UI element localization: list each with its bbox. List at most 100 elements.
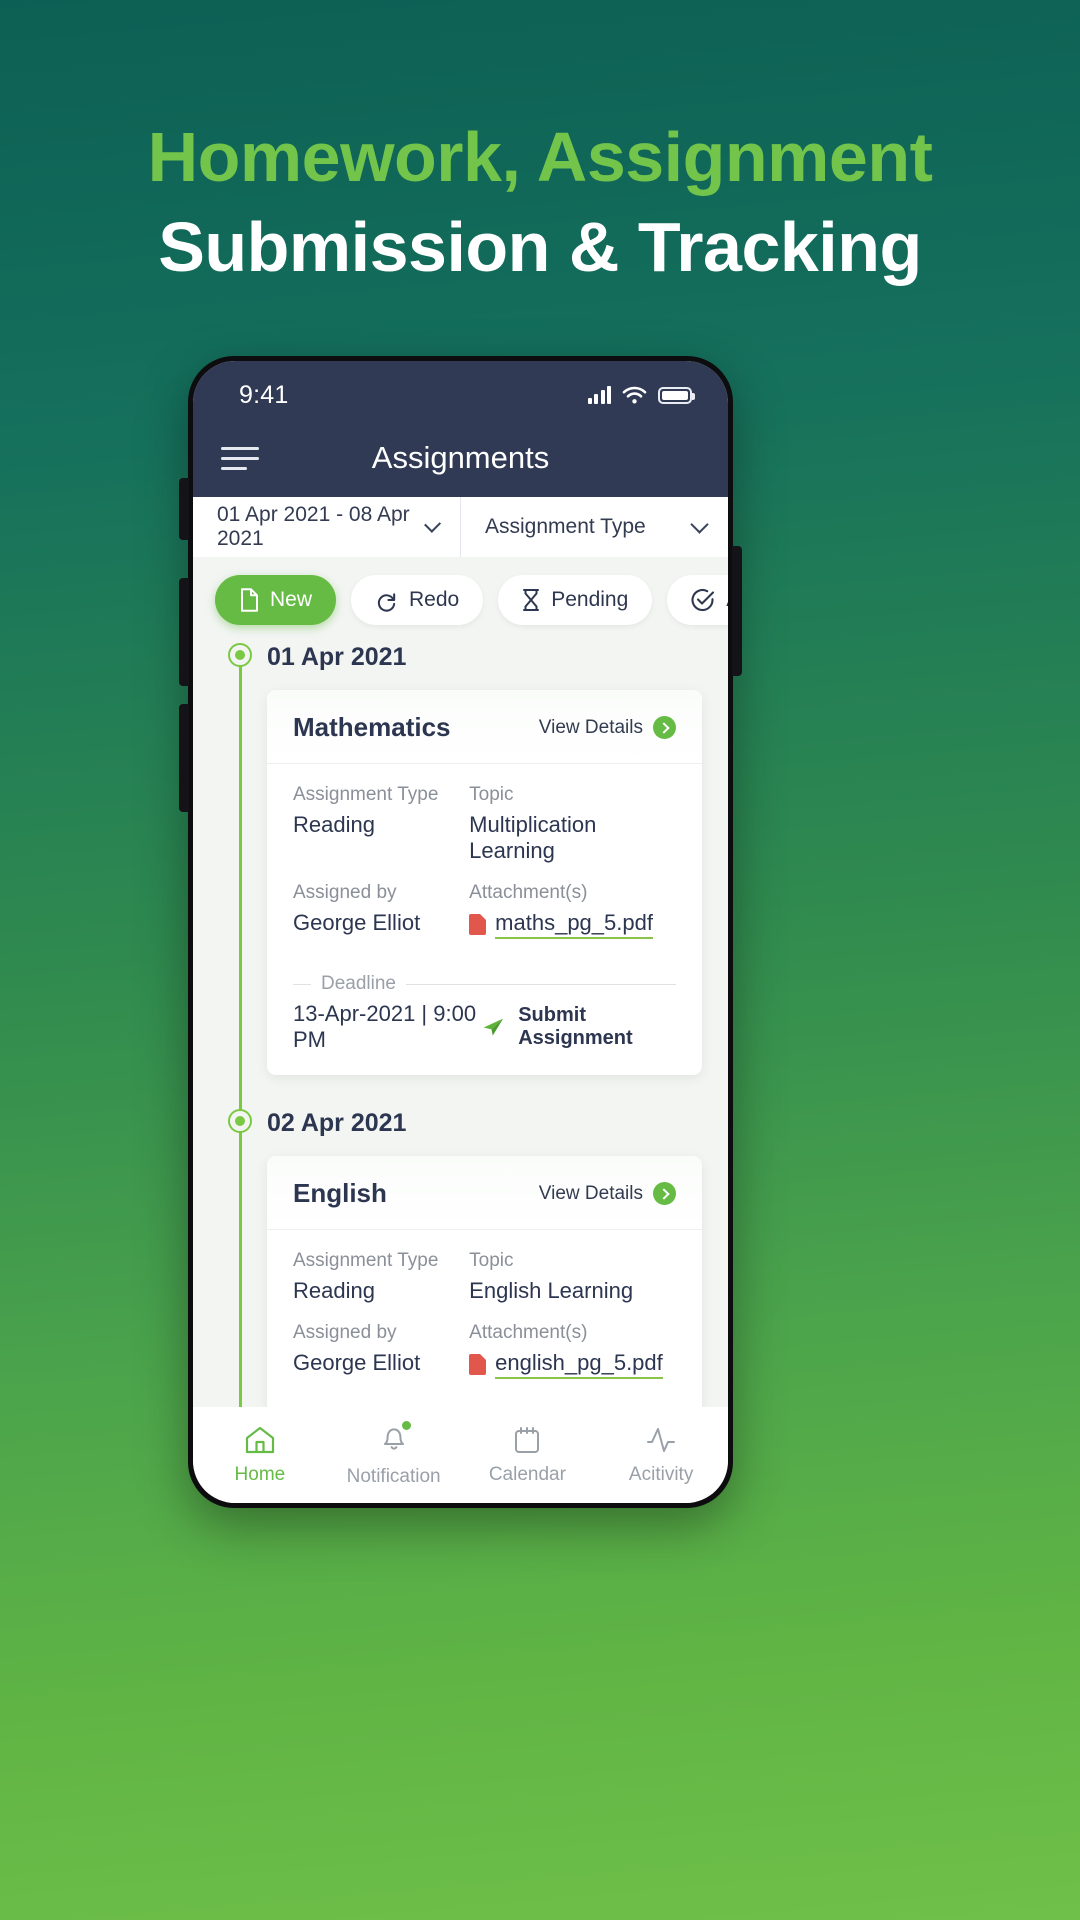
chip-approved[interactable]: Approved — [667, 575, 728, 625]
chevron-right-icon — [653, 716, 676, 739]
nav-label: Calendar — [488, 1463, 566, 1485]
assignment-card[interactable]: Mathematics View Details Assignment Type… — [267, 690, 702, 1075]
nav-item-activity[interactable]: Acitivity — [594, 1425, 728, 1486]
phone-mute-button[interactable] — [179, 478, 189, 540]
card-row: Assignment Type Reading Topic Multiplica… — [293, 784, 676, 864]
field-label: Attachment(s) — [469, 882, 588, 903]
phone-volume-up-button[interactable] — [179, 578, 189, 686]
attachment-filename: english_pg_5.pdf — [495, 1350, 663, 1379]
signal-bars-icon — [587, 386, 611, 404]
field-value: George Elliot — [293, 1350, 421, 1375]
nav-label: Acitivity — [628, 1463, 694, 1485]
field-assignment-type: Assignment Type Reading — [293, 784, 469, 864]
nav-item-home[interactable]: Home — [193, 1425, 327, 1486]
field-label: Assignment Type — [293, 1250, 439, 1271]
redo-icon — [377, 592, 396, 612]
submit-label: Submit Assignment — [518, 1004, 633, 1049]
deadline-divider: Deadline — [267, 973, 702, 995]
nav-label: Home — [234, 1463, 286, 1485]
attachment-filename: maths_pg_5.pdf — [495, 910, 653, 939]
chip-label: Pending — [551, 588, 629, 611]
field-label: Attachment(s) — [469, 1322, 588, 1343]
field-value: Multiplication Learning — [469, 812, 597, 863]
chip-label: New — [270, 588, 313, 611]
card-body: Assignment Type Reading Topic Multiplica… — [267, 764, 702, 969]
nav-label: Notification — [346, 1466, 441, 1487]
field-label: Assigned by — [293, 1322, 397, 1343]
pdf-file-icon — [469, 1354, 487, 1375]
bottom-navigation: Home Notification Calendar Acitivity — [193, 1407, 728, 1503]
hero-line-2: Submission & Tracking — [158, 208, 922, 287]
hamburger-menu-icon[interactable] — [221, 446, 259, 470]
filter-row: 01 Apr 2021 - 08 Apr 2021 Assignment Typ… — [193, 497, 728, 557]
wifi-icon — [622, 386, 647, 403]
field-label: Topic — [469, 1250, 514, 1271]
chevron-down-icon — [690, 514, 709, 534]
activity-pulse-icon — [647, 1427, 676, 1452]
card-header: English View Details — [267, 1156, 702, 1230]
chip-new[interactable]: New — [215, 575, 337, 625]
field-value: Reading — [293, 1278, 375, 1303]
phone-power-button[interactable] — [732, 546, 742, 676]
view-details-button[interactable]: View Details — [539, 716, 676, 739]
card-subject: Mathematics — [293, 712, 451, 742]
field-value: Reading — [293, 812, 375, 837]
pdf-file-icon — [469, 914, 487, 935]
status-bar: 9:41 — [193, 361, 728, 419]
card-header: Mathematics View Details — [267, 690, 702, 764]
page-title: Assignments — [371, 440, 550, 475]
field-label: Assignment Type — [293, 784, 439, 805]
hourglass-icon — [523, 589, 540, 611]
field-topic: Topic Multiplication Learning — [469, 784, 676, 864]
deadline-value: 13-Apr-2021 | 9:00 PM — [293, 1001, 477, 1052]
nav-item-calendar[interactable]: Calendar — [461, 1425, 595, 1486]
chip-pending[interactable]: Pending — [498, 575, 653, 625]
field-attachments: Attachment(s) maths_pg_5.pdf — [469, 882, 676, 939]
status-icons — [587, 386, 695, 405]
date-range-value: 01 Apr 2021 - 08 Apr 2021 — [217, 503, 410, 550]
timeline-group: 01 Apr 2021 Mathematics View Details Ass… — [193, 643, 728, 1075]
field-assigned-by: Assigned by George Elliot — [293, 882, 469, 939]
date-range-select[interactable]: 01 Apr 2021 - 08 Apr 2021 — [193, 497, 460, 557]
home-icon — [245, 1426, 274, 1453]
chip-label: Approved — [726, 588, 728, 612]
assignment-type-select[interactable]: Assignment Type — [460, 497, 728, 557]
assignment-list[interactable]: 01 Apr 2021 Mathematics View Details Ass… — [193, 643, 728, 1407]
card-body: Assignment Type Reading Topic English Le… — [267, 1230, 702, 1407]
check-circle-icon — [691, 588, 715, 612]
calendar-icon — [515, 1426, 540, 1453]
hero-line-1: Homework, Assignment — [147, 118, 933, 196]
card-row: Assigned by George Elliot Attachment(s) … — [293, 882, 676, 939]
battery-icon — [658, 386, 695, 404]
nav-item-notification[interactable]: Notification — [327, 1421, 461, 1488]
attachment-link[interactable]: maths_pg_5.pdf — [469, 910, 676, 939]
timeline-group: 02 Apr 2021 English View Details Assignm… — [193, 1109, 728, 1407]
phone-screen: 9:41 Assignments 01 Apr 2021 - 08 Apr 20… — [193, 361, 728, 1503]
deadline-label: Deadline — [321, 973, 396, 994]
field-label: Assigned by — [293, 882, 397, 903]
view-details-button[interactable]: View Details — [539, 1182, 676, 1205]
assignment-card[interactable]: English View Details Assignment Type Rea… — [267, 1156, 702, 1407]
view-details-label: View Details — [538, 716, 643, 738]
notification-badge-dot — [401, 1421, 411, 1430]
chip-redo[interactable]: Redo — [351, 575, 484, 625]
assignment-type-value: Assignment Type — [485, 515, 646, 538]
card-subject: English — [293, 1178, 387, 1208]
phone-volume-down-button[interactable] — [179, 704, 189, 812]
app-bar: Assignments — [193, 419, 728, 497]
field-topic: Topic English Learning — [469, 1250, 676, 1304]
field-attachments: Attachment(s) english_pg_5.pdf — [469, 1322, 676, 1379]
status-filter-chips: New Redo Pending — [193, 557, 728, 643]
group-date: 01 Apr 2021 — [267, 643, 407, 671]
field-assignment-type: Assignment Type Reading — [293, 1250, 469, 1304]
timeline-dot-icon — [228, 643, 252, 667]
card-row: Assigned by George Elliot Attachment(s) … — [293, 1322, 676, 1379]
attachment-link[interactable]: english_pg_5.pdf — [469, 1350, 676, 1379]
view-details-label: View Details — [538, 1182, 643, 1204]
field-assigned-by: Assigned by George Elliot — [293, 1322, 469, 1379]
submit-assignment-button[interactable]: Submit Assignment — [482, 1004, 676, 1050]
field-value: English Learning — [469, 1278, 634, 1303]
chevron-right-icon — [653, 1182, 676, 1205]
send-plane-icon — [484, 1018, 504, 1036]
status-clock: 9:41 — [239, 380, 289, 409]
